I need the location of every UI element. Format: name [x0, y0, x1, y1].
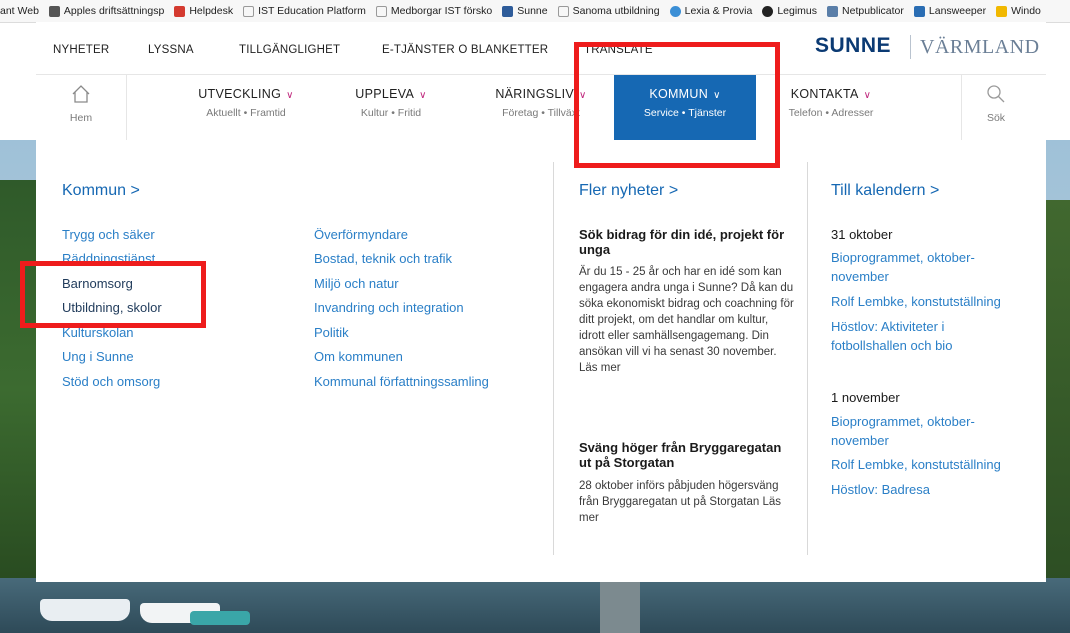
bookmark-label: ant Web [0, 5, 39, 17]
calendar-title-link[interactable]: Till kalendern > [831, 182, 939, 200]
boat [190, 611, 250, 625]
bookmark[interactable]: Lansweeper [913, 5, 987, 17]
legimus-icon [762, 5, 774, 17]
calendar-event[interactable]: Höstlov: Aktiviteter i fotbollshallen oc… [831, 317, 1011, 355]
helpdesk-icon [174, 5, 186, 17]
bookmark-label: Sunne [517, 5, 548, 17]
bookmark-label: Medborgar IST försko [390, 5, 493, 17]
bookmark[interactable]: Helpdesk [174, 5, 233, 17]
home-label: Hem [69, 112, 93, 124]
bookmark[interactable]: Windo [996, 5, 1041, 17]
calendar-event[interactable]: Bioprogrammet, oktober-november [831, 248, 1011, 286]
logo-sunne[interactable]: SUNNE [815, 34, 891, 58]
apple-icon [48, 5, 60, 17]
news-body: Är du 15 - 25 år och har en idé som kan … [579, 266, 794, 374]
page-icon [375, 5, 387, 17]
lansweeper-icon [913, 5, 925, 17]
bookmark-label: Windo [1011, 5, 1041, 17]
trees-left [0, 180, 40, 600]
news-body: 28 oktober införs påbjuden högersväng fr… [579, 480, 782, 524]
bookmark-label: Apples driftsättningsp [63, 5, 165, 17]
nav-title: UTVECKLING [198, 87, 282, 101]
link-trygg[interactable]: Trygg och säker [62, 227, 155, 242]
kommun-title-link[interactable]: Kommun > [62, 182, 140, 200]
home-icon [72, 85, 90, 103]
highlight-box-links [20, 261, 206, 328]
bookmark[interactable]: Apples driftsättningsp [48, 5, 165, 17]
link-om-kommunen[interactable]: Om kommunen [314, 349, 403, 364]
bookmark-label: Lansweeper [928, 5, 987, 17]
top-utility-nav: NYHETER LYSSNA TILLGÄNGLIGHET E-TJÄNSTER… [36, 22, 1046, 78]
column-divider [807, 162, 808, 555]
lexia-icon [669, 5, 681, 17]
highlight-box-kommun [574, 42, 780, 168]
news-title-link[interactable]: Fler nyheter > [579, 182, 678, 200]
bookmark[interactable]: Medborgar IST försko [375, 5, 493, 17]
netpublicator-icon [827, 5, 839, 17]
bridge-pillar [600, 573, 640, 633]
search-icon [987, 85, 1005, 103]
bookmark[interactable]: IST Education Platform [243, 5, 366, 17]
nav-tillganglighet[interactable]: TILLGÄNGLIGHET [239, 44, 340, 56]
link-forfattningssamling[interactable]: Kommunal författningssamling [314, 374, 489, 389]
link-miljo[interactable]: Miljö och natur [314, 276, 399, 291]
bookmark-label: Legimus [777, 5, 818, 17]
calendar-event[interactable]: Höstlov: Badresa [831, 480, 1011, 499]
bookmark[interactable]: Sunne [502, 5, 548, 17]
link-overformyndare[interactable]: Överförmyndare [314, 227, 408, 242]
calendar-date: 1 november [831, 390, 900, 405]
bookmark[interactable]: ant Web [0, 5, 39, 17]
link-ung-i-sunne[interactable]: Ung i Sunne [62, 349, 134, 364]
bookmark[interactable]: Lexia & Provia [669, 5, 753, 17]
bookmark-label: IST Education Platform [258, 5, 366, 17]
home-button[interactable]: Hem [56, 75, 106, 124]
bookmark-label: Lexia & Provia [684, 5, 753, 17]
boat [40, 599, 130, 621]
calendar-event[interactable]: Bioprogrammet, oktober-november [831, 412, 1011, 450]
bookmark[interactable]: Sanoma utbildning [557, 5, 660, 17]
nav-utveckling[interactable]: UTVECKLING ∨ Aktuellt • Framtid [176, 75, 316, 141]
logo-varmland: VÄRMLAND [920, 36, 1040, 58]
calendar-date: 31 oktober [831, 227, 893, 242]
news-headline[interactable]: Sväng höger från Bryggaregatan ut på Sto… [579, 440, 794, 470]
bookmark[interactable]: Legimus [762, 5, 817, 17]
bookmark-label: Sanoma utbildning [572, 5, 660, 17]
kommun-dropdown-panel: Kommun > Trygg och säker Räddningstjänst… [36, 140, 1046, 582]
nav-title: UPPLEVA [355, 87, 415, 101]
nav-subtitle: Kultur • Fritid [360, 107, 422, 119]
nav-uppleva[interactable]: UPPLEVA ∨ Kultur • Fritid [331, 75, 451, 141]
nav-divider [126, 75, 127, 141]
calendar-event[interactable]: Rolf Lembke, konstutställning [831, 292, 1011, 311]
page-icon [243, 5, 255, 17]
nav-subtitle: Aktuellt • Framtid [206, 107, 286, 119]
bookmark-label: Netpublicator [842, 5, 904, 17]
main-nav: Hem UTVECKLING ∨ Aktuellt • Framtid UPPLE… [36, 74, 1046, 141]
search-button[interactable]: Sök [961, 75, 1031, 124]
calendar-event[interactable]: Rolf Lembke, konstutställning [831, 455, 1011, 474]
column-divider [553, 162, 554, 555]
nav-title: NÄRINGSLIV [495, 87, 575, 101]
bookmark-label: Helpdesk [189, 5, 234, 17]
link-politik[interactable]: Politik [314, 325, 349, 340]
chevron-down-icon: ∨ [286, 90, 294, 101]
windows-icon [996, 5, 1008, 17]
nav-etjanster[interactable]: E-TJÄNSTER O BLANKETTER [382, 44, 548, 56]
bookmark[interactable]: Netpublicator [827, 5, 904, 17]
chevron-down-icon: ∨ [863, 90, 872, 101]
chevron-down-icon: ∨ [419, 90, 427, 101]
nav-subtitle: Telefon • Adresser [788, 107, 874, 119]
link-invandring[interactable]: Invandring och integration [314, 300, 464, 315]
search-label: Sök [986, 112, 1006, 124]
nav-lyssna[interactable]: LYSSNA [148, 44, 194, 56]
logo-divider [910, 35, 911, 59]
news-headline[interactable]: Sök bidrag för din idé, projekt för unga [579, 227, 794, 257]
link-stod-omsorg[interactable]: Stöd och omsorg [62, 374, 160, 389]
page-icon [557, 5, 569, 17]
link-bostad[interactable]: Bostad, teknik och trafik [314, 251, 452, 266]
nav-title: KONTAKTA [790, 87, 859, 101]
bookmarks-bar: ant Web Apples driftsättningsp Helpdesk … [0, 0, 1070, 23]
nav-nyheter[interactable]: NYHETER [53, 44, 109, 56]
sunne-icon [502, 5, 514, 17]
nav-kontakta[interactable]: KONTAKTA ∨ Telefon • Adresser [766, 75, 896, 141]
